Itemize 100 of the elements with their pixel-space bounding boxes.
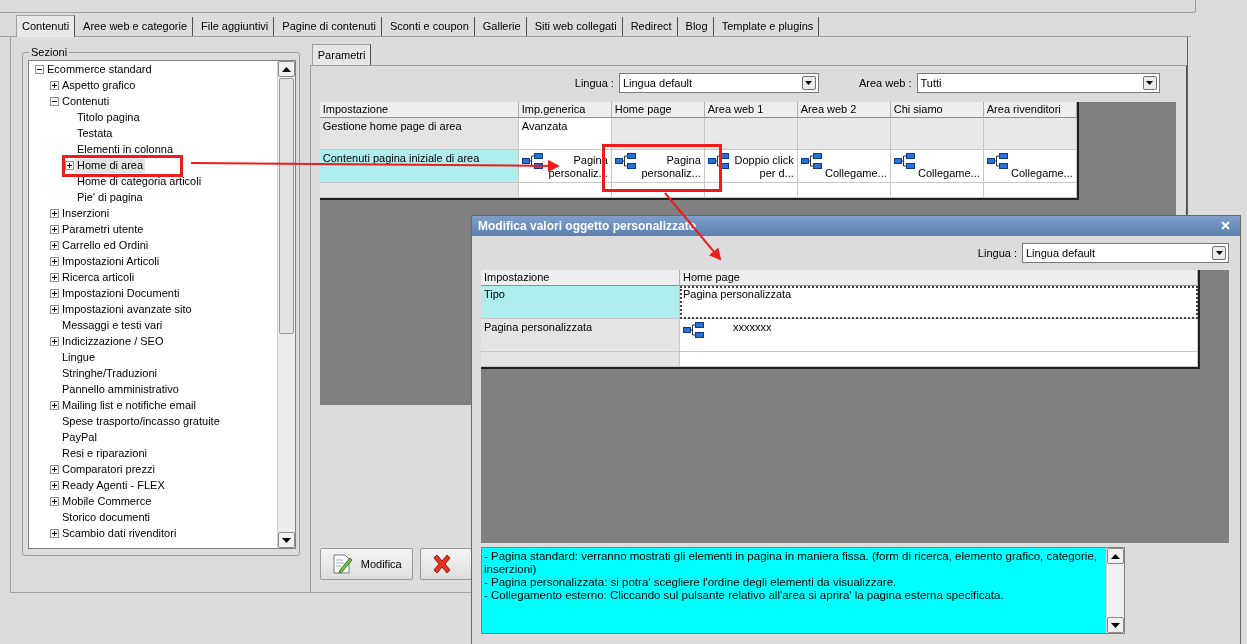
tree-item[interactable]: Impostazioni avanzate sito xyxy=(60,301,194,317)
tree-item[interactable]: Pie' di pagina xyxy=(75,189,145,205)
table-cell[interactable]: Collegame... xyxy=(890,150,984,183)
hierarchy-icon xyxy=(986,152,1009,170)
column-header[interactable]: Area rivenditori xyxy=(983,102,1077,118)
scroll-down-button[interactable] xyxy=(277,532,295,548)
collapse-toggle[interactable] xyxy=(50,96,59,106)
tree-item[interactable]: Storico documenti xyxy=(60,509,153,525)
tab[interactable]: Siti web collegati xyxy=(529,17,623,36)
expand-toggle[interactable] xyxy=(50,336,59,346)
table-cell[interactable] xyxy=(983,118,1077,150)
dropdown[interactable]: Lingua default xyxy=(618,73,819,93)
dropdown[interactable]: Lingua default xyxy=(1022,242,1229,263)
tree-item[interactable]: Comparatori prezzi xyxy=(60,461,157,477)
up-arrow-icon xyxy=(1111,553,1120,559)
tree-item[interactable]: Resi e riparazioni xyxy=(60,445,149,461)
table-cell[interactable]: Collegame... xyxy=(983,150,1077,183)
tree-item[interactable]: Inserzioni xyxy=(60,205,112,221)
table-cell[interactable] xyxy=(890,118,984,150)
scroll-up-button[interactable] xyxy=(1107,548,1124,565)
expand-toggle[interactable] xyxy=(50,400,59,410)
tab[interactable]: Gallerie xyxy=(477,17,527,36)
expand-toggle[interactable] xyxy=(50,256,59,266)
expand-toggle[interactable] xyxy=(65,160,74,170)
tab[interactable]: Aree web e categorie xyxy=(78,17,194,36)
tree-item[interactable]: Impostazioni Documenti xyxy=(60,285,182,301)
tree-item[interactable]: Indicizzazione / SEO xyxy=(60,333,166,349)
tab[interactable]: Blog xyxy=(680,17,714,36)
tab[interactable]: Sconti e coupon xyxy=(384,17,475,36)
delete-button[interactable] xyxy=(419,548,472,580)
hierarchy-icon xyxy=(800,152,823,170)
expand-toggle[interactable] xyxy=(50,272,59,282)
close-icon[interactable] xyxy=(1221,221,1230,231)
expand-toggle[interactable] xyxy=(50,496,59,506)
tree-item[interactable]: Ricerca articoli xyxy=(60,269,137,285)
hierarchy-icon xyxy=(521,152,544,170)
tree-item[interactable]: Titolo pagina xyxy=(75,109,142,125)
collapse-toggle[interactable] xyxy=(35,64,44,74)
tree-item[interactable]: Stringhe/Traduzioni xyxy=(60,365,159,381)
scroll-thumb[interactable] xyxy=(278,78,294,334)
tree-item[interactable]: Impostazioni Articoli xyxy=(60,253,162,269)
scroll-up-button[interactable] xyxy=(277,61,295,77)
tab[interactable]: File aggiuntivi xyxy=(196,17,275,36)
expand-toggle[interactable] xyxy=(50,304,59,314)
tree-item[interactable]: Ecommerce standard xyxy=(45,61,154,77)
expand-toggle[interactable] xyxy=(50,208,59,218)
table-cell[interactable]: xxxxxxx xyxy=(680,318,1198,352)
table-cell[interactable]: Pagina personalizzata xyxy=(680,285,1198,319)
tree-item[interactable]: Contenuti xyxy=(60,93,112,109)
tree-item[interactable]: Ready Agenti - FLEX xyxy=(60,477,167,493)
scrollbar[interactable] xyxy=(276,61,295,548)
expand-toggle[interactable] xyxy=(50,528,59,538)
cell-text: Collegame... xyxy=(917,167,980,180)
column-header[interactable]: Impostazione xyxy=(319,102,519,118)
expand-toggle[interactable] xyxy=(50,224,59,234)
tree-item[interactable]: Scambio dati rivenditori xyxy=(60,525,179,541)
hierarchy-icon xyxy=(614,152,637,170)
dropdown[interactable]: Tutti xyxy=(916,73,1160,93)
tab[interactable]: Parametri xyxy=(311,44,372,65)
column-header[interactable]: Home page xyxy=(680,269,1198,286)
table-cell[interactable] xyxy=(797,118,891,150)
table-cell[interactable] xyxy=(704,118,798,150)
edit-icon xyxy=(330,553,353,575)
column-header[interactable]: Home page xyxy=(611,102,705,118)
table-cell[interactable]: Collegame... xyxy=(797,150,891,183)
tab[interactable]: Template e plugins xyxy=(716,17,820,36)
scrollbar[interactable] xyxy=(1106,548,1124,633)
expand-toggle[interactable] xyxy=(50,464,59,474)
column-header[interactable]: Chi siamo xyxy=(890,102,984,118)
tree-item[interactable]: Spese trasporto/incasso gratuite xyxy=(60,413,222,429)
tree-item[interactable]: Lingue xyxy=(60,349,98,365)
tree-item[interactable]: Testata xyxy=(75,125,115,141)
column-header[interactable]: Area web 2 xyxy=(797,102,891,118)
tab[interactable]: Pagine di contenuti xyxy=(277,17,382,36)
expand-toggle[interactable] xyxy=(50,80,59,90)
field-label: Area web : xyxy=(858,77,912,89)
edit-button[interactable]: Modifica xyxy=(319,548,413,580)
expand-toggle[interactable] xyxy=(50,288,59,298)
tree-item[interactable]: Carrello ed Ordini xyxy=(60,237,151,253)
table-cell[interactable]: Pagina personaliz... xyxy=(611,150,705,183)
tab[interactable]: Contenuti xyxy=(16,15,76,37)
column-header[interactable]: Impostazione xyxy=(481,269,680,286)
tree-item[interactable]: PayPal xyxy=(60,429,99,445)
row-header-cell: Pagina personalizzata xyxy=(481,318,680,352)
tree-item[interactable]: Pannello amministrativo xyxy=(60,381,181,397)
tree-item[interactable]: Aspetto grafico xyxy=(60,77,138,93)
tree-item[interactable]: Parametri utente xyxy=(60,221,146,237)
column-header[interactable]: Imp.generica xyxy=(518,102,612,118)
tab[interactable]: Redirect xyxy=(625,17,678,36)
column-header[interactable]: Area web 1 xyxy=(704,102,798,118)
scroll-down-button[interactable] xyxy=(1107,617,1124,633)
expand-toggle[interactable] xyxy=(50,480,59,490)
tree-item[interactable]: Mobile Commerce xyxy=(60,493,154,509)
table-cell[interactable]: Avanzata xyxy=(518,118,612,150)
tree-item[interactable]: Mailing list e notifiche email xyxy=(60,397,198,413)
tree-item[interactable]: Home di categoria articoli xyxy=(75,173,204,189)
table-cell[interactable]: Doppio click per d... xyxy=(704,150,798,183)
expand-toggle[interactable] xyxy=(50,240,59,250)
tree-item[interactable]: Elementi in colonna xyxy=(75,141,175,157)
tree-item[interactable]: Messaggi e testi vari xyxy=(60,317,165,333)
